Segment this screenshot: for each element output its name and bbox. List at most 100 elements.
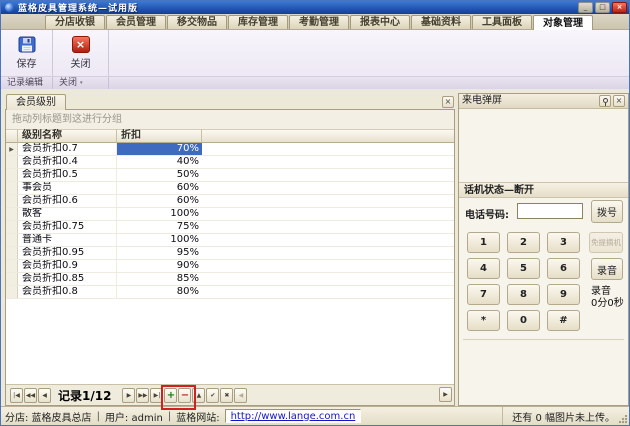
table-row[interactable]: 会员折扣0.8585% xyxy=(6,273,454,286)
keypad-key-*[interactable]: * xyxy=(467,310,500,331)
nav-post-button[interactable]: ✔ xyxy=(206,388,219,403)
group-caption-record-edit-label: 记录编辑 xyxy=(7,77,43,89)
panel-tab-member-level[interactable]: 会员级别 xyxy=(6,94,66,110)
table-row[interactable]: 会员折扣0.660% xyxy=(6,195,454,208)
keypad-key-7[interactable]: 7 xyxy=(467,284,500,305)
table-row[interactable]: 会员折扣0.550% xyxy=(6,169,454,182)
nav-prev-page-button[interactable]: ◀◀ xyxy=(24,388,37,403)
tab-考勤管理[interactable]: 考勤管理 xyxy=(289,15,349,29)
keypad-key-#[interactable]: # xyxy=(547,310,580,331)
table-row[interactable]: 事会员60% xyxy=(6,182,454,195)
site-link[interactable]: http://www.lange.com.cn xyxy=(231,411,356,422)
nav-prev-button[interactable]: ◀ xyxy=(38,388,51,403)
nav-scroll-left-button[interactable]: ◀ xyxy=(234,388,247,403)
tab-基础资料[interactable]: 基础资料 xyxy=(411,15,471,29)
row-indicator xyxy=(6,286,18,298)
pushpin-icon[interactable] xyxy=(599,95,611,107)
record-button[interactable]: 录音 xyxy=(591,258,623,280)
cell-discount: 100% xyxy=(117,208,202,220)
row-indicator: ▶ xyxy=(6,143,18,155)
row-indicator xyxy=(6,169,18,181)
keypad-key-3[interactable]: 3 xyxy=(547,232,580,253)
table-row[interactable]: 会员折扣0.990% xyxy=(6,260,454,273)
recording-info: 录音 0分0秒 xyxy=(591,286,624,310)
nav-next-button[interactable]: ▶ xyxy=(122,388,135,403)
table-row[interactable]: 会员折扣0.440% xyxy=(6,156,454,169)
keypad-key-2[interactable]: 2 xyxy=(507,232,540,253)
save-button[interactable]: 保存 xyxy=(4,31,50,75)
cell-discount: 60% xyxy=(117,195,202,207)
recording-info-line2: 0分0秒 xyxy=(591,298,624,310)
groupby-hint-area[interactable]: 拖动列标题到这进行分组 xyxy=(6,110,454,129)
keypad-key-9[interactable]: 9 xyxy=(547,284,580,305)
floppy-disk-icon xyxy=(18,36,36,53)
handsfree-button[interactable]: 免提摘机 xyxy=(589,232,623,253)
status-site-label: 蓝格网站: xyxy=(176,409,219,424)
nav-cancel-button[interactable]: ✖ xyxy=(220,388,233,403)
ribbon-caption-strip: 记录编辑 关闭 ▾ xyxy=(1,76,629,89)
group-caption-close: 关闭 ▾ xyxy=(53,77,109,89)
save-button-label: 保存 xyxy=(17,55,37,70)
nav-next-page-button[interactable]: ▶▶ xyxy=(136,388,149,403)
column-header-discount[interactable]: 折扣 xyxy=(117,129,202,143)
column-header-level-name[interactable]: 级别名称 xyxy=(18,129,117,143)
row-indicator xyxy=(6,273,18,285)
keypad-key-0[interactable]: 0 xyxy=(507,310,540,331)
ribbon-group-close: × 关闭 xyxy=(53,30,109,76)
nav-edit-button[interactable]: ▲ xyxy=(192,388,205,403)
nav-delete-button[interactable]: − xyxy=(178,388,191,403)
group-menu-icon[interactable]: ▾ xyxy=(80,77,83,89)
keypad-key-4[interactable]: 4 xyxy=(467,258,500,279)
record-counter-label: 记录1/12 xyxy=(58,387,111,404)
maximize-button[interactable]: □ xyxy=(595,2,610,13)
ribbon-group-record-edit: 保存 xyxy=(1,30,53,76)
keypad-key-1[interactable]: 1 xyxy=(467,232,500,253)
nav-scroll-right-button[interactable]: ▶ xyxy=(439,387,452,402)
keypad-key-5[interactable]: 5 xyxy=(507,258,540,279)
row-indicator xyxy=(6,260,18,272)
close-form-button[interactable]: × 关闭 xyxy=(58,31,104,75)
status-separator: | xyxy=(168,411,171,422)
nav-append-button[interactable]: + xyxy=(164,388,177,403)
tab-工具面板[interactable]: 工具面板 xyxy=(472,15,532,29)
tab-strip: 分店收银会员管理移交物品库存管理考勤管理报表中心基础资料工具面板对象管理 xyxy=(1,14,629,30)
panel-close-icon[interactable]: × xyxy=(442,96,454,108)
keypad-key-8[interactable]: 8 xyxy=(507,284,540,305)
window-title: 蓝格皮具管理系统—试用版 xyxy=(18,1,138,14)
phone-number-input[interactable] xyxy=(517,203,583,219)
row-indicator xyxy=(6,182,18,194)
tab-移交物品[interactable]: 移交物品 xyxy=(167,15,227,29)
row-indicator xyxy=(6,247,18,259)
resize-grip[interactable] xyxy=(618,414,627,423)
nav-first-button[interactable]: |◀ xyxy=(10,388,23,403)
recording-info-line1: 录音 xyxy=(591,286,624,298)
table-row[interactable]: 普通卡100% xyxy=(6,234,454,247)
minimize-button[interactable]: _ xyxy=(578,2,593,13)
row-indicator xyxy=(6,234,18,246)
row-indicator xyxy=(6,208,18,220)
phone-number-label: 电话号码: xyxy=(465,206,509,221)
status-upload-info: 还有 0 幅图片未上传。 xyxy=(502,407,629,425)
cell-level-name: 事会员 xyxy=(18,182,117,194)
keypad-key-6[interactable]: 6 xyxy=(547,258,580,279)
tab-对象管理[interactable]: 对象管理 xyxy=(533,15,593,30)
tab-报表中心[interactable]: 报表中心 xyxy=(350,15,410,29)
table-row[interactable]: 散客100% xyxy=(6,208,454,221)
nav-last-button[interactable]: ▶| xyxy=(150,388,163,403)
table-row[interactable]: 会员折扣0.7575% xyxy=(6,221,454,234)
table-row[interactable]: 会员折扣0.880% xyxy=(6,286,454,299)
app-logo-icon xyxy=(5,3,14,12)
red-x-icon: × xyxy=(72,36,90,53)
table-row[interactable]: ▶会员折扣0.770% xyxy=(6,143,454,156)
tab-库存管理[interactable]: 库存管理 xyxy=(228,15,288,29)
grid-rows: ▶会员折扣0.770%会员折扣0.440%会员折扣0.550%事会员60%会员折… xyxy=(6,143,454,299)
tab-会员管理[interactable]: 会员管理 xyxy=(106,15,166,29)
close-window-button[interactable]: × xyxy=(612,2,627,13)
tab-分店收银[interactable]: 分店收银 xyxy=(45,15,105,29)
title-bar: 蓝格皮具管理系统—试用版 _ □ × xyxy=(1,1,629,14)
call-panel-close-icon[interactable]: × xyxy=(613,95,625,107)
status-separator: | xyxy=(97,411,100,422)
cell-level-name: 会员折扣0.9 xyxy=(18,260,117,272)
table-row[interactable]: 会员折扣0.9595% xyxy=(6,247,454,260)
dial-button[interactable]: 拨号 xyxy=(591,200,623,223)
